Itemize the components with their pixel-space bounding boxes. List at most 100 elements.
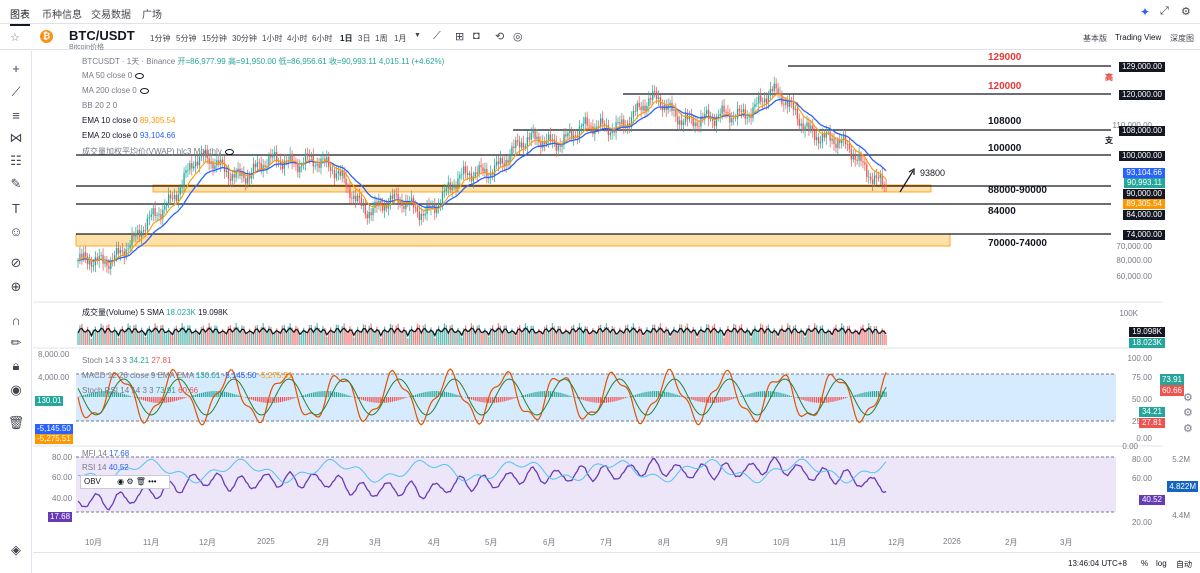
legend-ema10[interactable]: EMA 10 close 0 89,305.54 [82,116,175,125]
macd-bar [395,397,397,401]
layers-icon[interactable]: ◈ [7,541,25,559]
symbol-title[interactable]: BTC/USDT [69,28,135,43]
tf-1w[interactable]: 1周 [375,33,387,44]
candle-body [470,173,473,182]
volume-bar [547,330,550,345]
eye-off-icon[interactable] [224,148,234,155]
trash-icon[interactable]: 🗑︎ [7,414,25,432]
nav-chart[interactable]: 图表 [10,6,30,26]
legend-rsi[interactable]: RSI 14 40.52 [82,463,129,472]
view-basic[interactable]: 基本版 [1083,33,1107,44]
right-price-axis[interactable] [1162,51,1200,551]
legend-ma50[interactable]: MA 50 close 0 [82,71,145,80]
candle-body [754,104,756,108]
settings-icon[interactable]: ⚙ [1183,406,1193,419]
candle-body [561,144,563,147]
legend-stoch[interactable]: Stoch 14 3 3 34.21 27.81 [82,356,171,365]
chevron-down-icon[interactable]: ▼ [414,32,421,39]
crosshair-icon[interactable]: + [7,59,25,77]
tf-4h[interactable]: 4小时 [287,33,307,44]
macd-bar [640,393,642,397]
star-icon[interactable]: ☆ [10,31,20,44]
macd-bar [497,397,500,403]
view-tradingview[interactable]: Trading View [1115,33,1161,42]
expand-icon[interactable]: ⤢ [1160,5,1169,18]
target-icon[interactable]: ◎ [513,30,523,43]
view-depth[interactable]: 深度图 [1170,33,1194,44]
emoji-icon[interactable]: ☺ [7,222,25,240]
tf-1h[interactable]: 1小时 [262,33,282,44]
tag-ema20: 93,104.66 [1123,168,1165,178]
layout-icon[interactable]: ⊞ [455,30,464,43]
tf-30m[interactable]: 30分钟 [232,33,257,44]
clock-time[interactable]: 13:46:04 UTC+8 [1068,559,1127,568]
ruler-icon[interactable]: ⊘ [7,254,25,272]
tf-1mo[interactable]: 1月 [394,33,406,44]
legend-ma200[interactable]: MA 200 close 0 [82,86,149,95]
eye-off-icon[interactable] [135,72,145,79]
legend-macd[interactable]: MACD 12 26 close 9 EMA EMA 130.01 -5,145… [82,371,292,380]
macd-bar [295,397,297,398]
nav-trade-data[interactable]: 交易数据 [91,6,131,21]
candle-body [507,159,509,163]
eye-off-icon[interactable] [139,87,149,94]
volume-bar [862,324,864,345]
nav-square[interactable]: 广场 [142,6,162,21]
text-icon[interactable]: T [7,199,25,217]
indicator-icon[interactable]: ⟋ [433,30,441,43]
settings-icon[interactable]: ⚙ [1183,422,1193,435]
macd-bar [831,397,833,402]
auto-toggle[interactable]: 自动 [1176,559,1192,570]
legend-bb[interactable]: BB 20 2 0 [82,101,117,110]
trash-icon[interactable]: 🗑︎ [136,477,146,486]
legend-ema20[interactable]: EMA 20 close 0 93,104.66 [82,131,175,140]
tf-1m[interactable]: 1分钟 [150,33,170,44]
macd-bar [318,391,320,397]
trendline-icon[interactable]: ⟋ [7,83,25,101]
legend-stochrsi[interactable]: Stoch RSI 14 14 3 3 73.91 60.66 [82,386,198,395]
legend-volume[interactable]: 成交量(Volume) 5 SMA 18.023K 19.098K [82,307,228,318]
macd-bar [756,391,758,397]
sync-icon[interactable]: ⟲ [495,30,504,43]
eye-icon[interactable]: ◉ [7,381,25,399]
brush-icon[interactable]: ✎ [7,175,25,193]
tf-6h[interactable]: 6小时 [312,33,332,44]
candle-body [466,172,469,175]
legend-vwap[interactable]: 成交量加权平均价(VWAP) hlc3 Monthly [82,146,234,157]
macd-bar [862,392,864,397]
tf-5m[interactable]: 5分钟 [176,33,196,44]
macd-bar [605,397,608,403]
macd-bar [341,393,343,397]
more-icon[interactable]: ••• [148,477,156,486]
fib-icon[interactable]: ☷ [7,152,25,170]
percent-toggle[interactable]: % [1141,559,1148,568]
tf-3d[interactable]: 3日 [358,33,370,44]
magnet-icon[interactable]: ∩ [7,311,25,329]
zoom-icon[interactable]: ⊕ [7,278,25,296]
lock-draw-icon[interactable]: ✏ [7,334,25,352]
macd-bar [173,397,176,402]
tag-close: 90,993.11 [1124,178,1165,188]
camera-icon[interactable]: ◘ [473,30,480,42]
lock-icon[interactable]: 🔒︎ [7,357,25,375]
eye-icon[interactable]: ◉ [117,477,124,486]
macd-bar [835,397,837,402]
rsi-axis-20: 20.00 [1131,518,1152,527]
legend-mfi[interactable]: MFI 14 17.68 [82,449,129,458]
horizontal-lines-icon[interactable]: ≡ [7,106,25,124]
candle-body [464,166,467,173]
volume-bar [590,332,592,345]
settings-icon[interactable]: ⚙ [1183,391,1193,404]
settings-icon[interactable]: ⚙ [126,477,133,486]
volume-bar [285,331,287,345]
log-toggle[interactable]: log [1156,559,1167,568]
settings-icon[interactable]: ⚙ [1181,5,1191,18]
tf-1d[interactable]: 1日 [340,33,352,44]
obv-legend-box[interactable]: OBV ◉ ⚙ 🗑︎ ••• [80,475,170,489]
volume-bar [171,336,174,345]
tf-15m[interactable]: 15分钟 [202,33,227,44]
sparkle-icon[interactable]: ✦ [1140,5,1150,19]
pattern-icon[interactable]: ⋈ [7,129,25,147]
candle-body [569,130,571,134]
nav-coin-info[interactable]: 币种信息 [42,6,82,21]
